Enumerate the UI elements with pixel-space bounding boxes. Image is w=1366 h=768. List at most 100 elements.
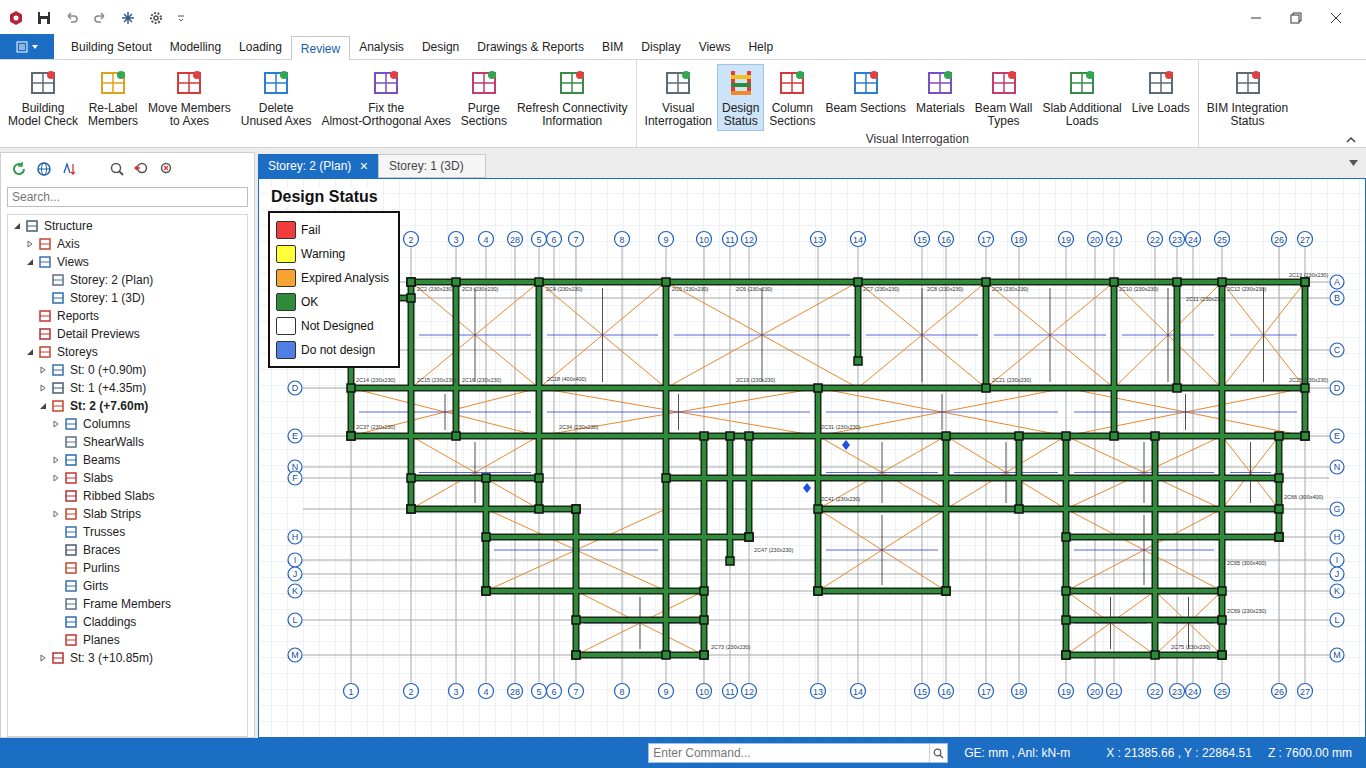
svg-text:1: 1 bbox=[348, 687, 353, 697]
ribbon-button[interactable]: Live Loads bbox=[1127, 64, 1195, 117]
tree-item[interactable]: Reports bbox=[8, 307, 247, 325]
collapsed-arrow-icon[interactable] bbox=[52, 474, 60, 482]
zoom-select-icon[interactable] bbox=[109, 161, 125, 177]
zoom-clear-icon[interactable] bbox=[159, 161, 175, 177]
legend-item: Expired Analysis bbox=[276, 268, 392, 287]
refresh-icon[interactable] bbox=[11, 161, 27, 177]
menu-tab[interactable]: Review bbox=[291, 36, 350, 60]
tree-item[interactable]: Trusses bbox=[8, 523, 247, 541]
expanded-arrow-icon[interactable] bbox=[26, 348, 34, 356]
ribbon-button[interactable]: ColumnSections bbox=[764, 64, 820, 130]
collapsed-arrow-icon[interactable] bbox=[52, 420, 60, 428]
ribbon-button[interactable]: Slab AdditionalLoads bbox=[1037, 64, 1126, 130]
ribbon-button[interactable]: DesignStatus bbox=[717, 64, 764, 131]
tree-item[interactable]: St: 3 (+10.85m) bbox=[8, 649, 247, 667]
save-icon[interactable] bbox=[36, 10, 52, 26]
ribbon-button[interactable]: BuildingModel Check bbox=[3, 64, 83, 130]
close-icon[interactable] bbox=[1330, 12, 1342, 24]
menu-tab[interactable]: Drawings & Reports bbox=[468, 35, 593, 59]
gear-icon[interactable] bbox=[148, 10, 164, 26]
structure-icon[interactable] bbox=[120, 10, 136, 26]
tree-item[interactable]: Ribbed Slabs bbox=[8, 487, 247, 505]
svg-text:2C11 (230x230): 2C11 (230x230) bbox=[1186, 296, 1225, 302]
tab-list-dropdown-icon[interactable] bbox=[1349, 160, 1358, 166]
minimize-icon[interactable] bbox=[1250, 12, 1262, 24]
ribbon-button[interactable]: Fix theAlmost-Orthogonal Axes bbox=[316, 64, 455, 130]
sort-icon[interactable] bbox=[61, 161, 77, 177]
tree-item[interactable]: Columns bbox=[8, 415, 247, 433]
app-logo-icon[interactable] bbox=[8, 10, 24, 26]
collapse-ribbon-icon[interactable] bbox=[1346, 136, 1356, 144]
tree-item[interactable]: ShearWalls bbox=[8, 433, 247, 451]
expanded-arrow-icon[interactable] bbox=[39, 402, 47, 410]
tree-item[interactable]: St: 2 (+7.60m) bbox=[8, 397, 247, 415]
tree-item[interactable]: Storeys bbox=[8, 343, 247, 361]
tree-item[interactable]: St: 1 (+4.35m) bbox=[8, 379, 247, 397]
file-menu-button[interactable] bbox=[0, 34, 54, 59]
ribbon-button[interactable]: Beam WallTypes bbox=[970, 64, 1038, 130]
document-tab[interactable]: Storey: 2 (Plan)× bbox=[258, 154, 378, 178]
expanded-arrow-icon[interactable] bbox=[26, 258, 34, 266]
zoom-back-icon[interactable] bbox=[134, 161, 150, 177]
tree-item[interactable]: Storey: 2 (Plan) bbox=[8, 271, 247, 289]
svg-text:15: 15 bbox=[917, 687, 927, 697]
menu-tab[interactable]: Analysis bbox=[350, 35, 413, 59]
undo-icon[interactable] bbox=[64, 10, 80, 26]
tree-item[interactable]: Beams bbox=[8, 451, 247, 469]
menu-tab[interactable]: Building Setout bbox=[62, 35, 161, 59]
collapsed-arrow-icon[interactable] bbox=[39, 384, 47, 392]
ribbon-button[interactable]: Move Membersto Axes bbox=[143, 64, 236, 130]
menu-tab[interactable]: Help bbox=[739, 35, 782, 59]
svg-text:2C9 (230x230): 2C9 (230x230) bbox=[992, 286, 1029, 292]
tree-item[interactable]: Girts bbox=[8, 577, 247, 595]
globe-icon[interactable] bbox=[36, 161, 52, 177]
menu-tab[interactable]: Views bbox=[690, 35, 740, 59]
plan-drawing[interactable]: 2C2 (230x230)2C3 (230x230)2C4 (230x230)2… bbox=[259, 179, 1365, 737]
tree-item[interactable]: Braces bbox=[8, 541, 247, 559]
ribbon-button[interactable]: VisualInterrogation bbox=[640, 64, 717, 130]
tree-item[interactable]: Slab Strips bbox=[8, 505, 247, 523]
menu-tab[interactable]: Design bbox=[413, 35, 468, 59]
redo-icon[interactable] bbox=[92, 10, 108, 26]
command-input[interactable] bbox=[649, 744, 929, 762]
tree-item[interactable]: Claddings bbox=[8, 613, 247, 631]
tree-item[interactable]: Frame Members bbox=[8, 595, 247, 613]
collapsed-arrow-icon[interactable] bbox=[26, 240, 34, 248]
ribbon-button[interactable]: PurgeSections bbox=[456, 64, 512, 130]
tab-close-button[interactable]: × bbox=[360, 159, 368, 173]
collapsed-arrow-icon[interactable] bbox=[39, 366, 47, 374]
collapsed-arrow-icon[interactable] bbox=[52, 510, 60, 518]
tree-item[interactable]: Planes bbox=[8, 631, 247, 649]
tree-item[interactable]: Slabs bbox=[8, 469, 247, 487]
document-tab[interactable]: Storey: 1 (3D) bbox=[378, 154, 486, 178]
search-icon[interactable] bbox=[933, 748, 944, 759]
tree-item[interactable]: Views bbox=[8, 253, 247, 271]
restore-icon[interactable] bbox=[1290, 12, 1302, 24]
customize-dropdown-icon[interactable] bbox=[176, 13, 186, 23]
command-field[interactable] bbox=[648, 743, 948, 763]
ribbon-button[interactable]: Re-LabelMembers bbox=[83, 64, 143, 130]
tree-node-icon bbox=[64, 579, 78, 593]
tree-node-icon bbox=[64, 615, 78, 629]
ribbon-button[interactable]: DeleteUnused Axes bbox=[236, 64, 317, 130]
ribbon-button[interactable]: Beam Sections bbox=[820, 64, 911, 117]
menu-tab[interactable]: Modelling bbox=[161, 35, 230, 59]
tree-item[interactable]: Structure bbox=[8, 217, 247, 235]
tree-item[interactable]: Detail Previews bbox=[8, 325, 247, 343]
tree-item[interactable]: Axis bbox=[8, 235, 247, 253]
ribbon-button[interactable]: Refresh ConnectivityInformation bbox=[512, 64, 633, 130]
ribbon-group: VisualInterrogationDesignStatusColumnSec… bbox=[637, 60, 1199, 147]
expanded-arrow-icon[interactable] bbox=[13, 222, 21, 230]
tree-search-input[interactable] bbox=[7, 187, 248, 207]
collapsed-arrow-icon[interactable] bbox=[39, 654, 47, 662]
ribbon-button[interactable]: Materials bbox=[911, 64, 970, 117]
plan-canvas[interactable]: 2C2 (230x230)2C3 (230x230)2C4 (230x230)2… bbox=[258, 178, 1366, 738]
menu-tab[interactable]: Loading bbox=[230, 35, 291, 59]
menu-tab[interactable]: BIM bbox=[593, 35, 632, 59]
ribbon-button[interactable]: BIM IntegrationStatus bbox=[1202, 64, 1293, 130]
tree-item[interactable]: St: 0 (+0.90m) bbox=[8, 361, 247, 379]
collapsed-arrow-icon[interactable] bbox=[52, 456, 60, 464]
menu-tab[interactable]: Display bbox=[632, 35, 689, 59]
tree-item[interactable]: Purlins bbox=[8, 559, 247, 577]
tree-item[interactable]: Storey: 1 (3D) bbox=[8, 289, 247, 307]
